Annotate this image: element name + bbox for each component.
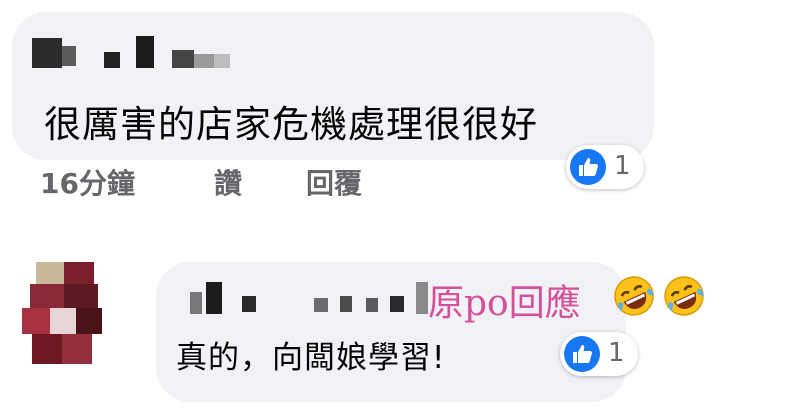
comment-bubble: 很厲害的店家危機處理很很好: [12, 12, 654, 160]
comment-text: 很厲害的店家危機處理很很好: [44, 103, 538, 146]
rolling-on-floor-laughing-icon: [614, 276, 654, 316]
reaction-summary[interactable]: 1: [566, 145, 644, 189]
rolling-on-floor-laughing-icon: [664, 276, 704, 316]
reaction-summary[interactable]: 1: [560, 332, 638, 376]
reply-button[interactable]: 回覆: [306, 162, 362, 202]
like-icon: [564, 336, 600, 372]
like-button[interactable]: 讚: [214, 162, 242, 202]
reaction-count: 1: [614, 151, 631, 181]
avatar[interactable]: [20, 262, 110, 370]
like-icon: [570, 149, 606, 185]
timestamp[interactable]: 16分鐘: [40, 162, 135, 202]
comment-text: 真的，向闆娘學習!: [176, 340, 446, 376]
commenter-name-redacted[interactable]: [32, 36, 232, 72]
original-poster-reply-annotation: 原po回應: [428, 283, 581, 324]
commenter-name-redacted[interactable]: [190, 282, 430, 316]
reaction-count: 1: [608, 338, 625, 368]
